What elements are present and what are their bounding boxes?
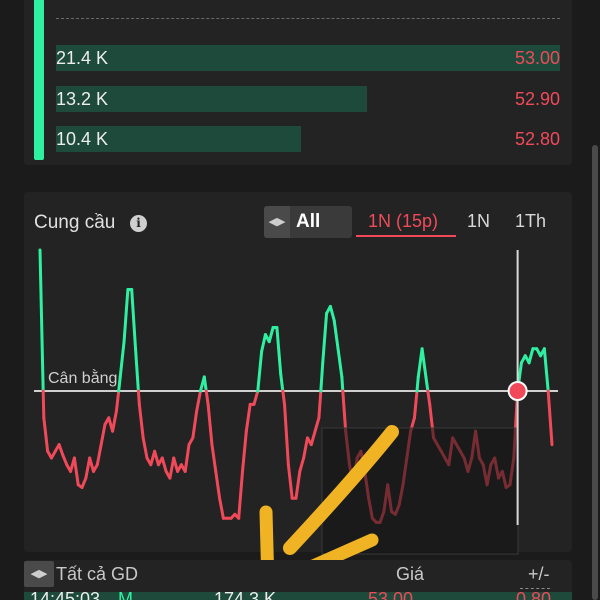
series-segment xyxy=(267,326,275,344)
series-segment xyxy=(237,469,245,520)
trades-filter[interactable]: Tất cả GD xyxy=(56,564,138,585)
series-segment xyxy=(202,375,208,393)
trade-time: 14:45:03 xyxy=(30,589,101,600)
series-segment xyxy=(141,436,149,460)
series-segment xyxy=(57,443,65,457)
series-segment xyxy=(275,326,283,376)
series-segment xyxy=(317,389,323,420)
series-segment xyxy=(210,443,218,473)
left-right-arrows-icon[interactable]: ◀▶ xyxy=(24,561,54,587)
series-segment xyxy=(38,248,45,393)
series-segment xyxy=(426,389,432,406)
series-segment xyxy=(204,389,210,406)
cursor-tooltip xyxy=(321,427,519,555)
column-header-price: Giá xyxy=(396,564,425,584)
balance-line-label: Cân bằng xyxy=(48,370,118,387)
series-segment xyxy=(214,469,222,500)
series-segment xyxy=(298,456,306,473)
series-segment xyxy=(309,429,317,447)
trade-price: 53.00 xyxy=(368,589,414,600)
series-segment xyxy=(80,476,88,489)
series-segment xyxy=(95,443,103,467)
series-segment xyxy=(420,347,428,379)
series-segment xyxy=(118,340,126,379)
series-segment xyxy=(527,347,535,365)
series-segment xyxy=(136,389,141,406)
series-segment xyxy=(195,389,202,413)
series-segment xyxy=(42,416,50,453)
series-segment xyxy=(415,375,420,393)
series-segment xyxy=(244,402,252,433)
series-segment xyxy=(130,287,138,351)
series-segment xyxy=(546,389,554,447)
series-segment xyxy=(281,389,287,406)
series-segment xyxy=(241,429,248,473)
series-segment xyxy=(412,389,419,420)
series-segment xyxy=(302,436,309,460)
series-segment xyxy=(260,333,267,354)
series-segment xyxy=(122,287,130,344)
series-segment xyxy=(332,319,340,351)
series-segment xyxy=(183,443,191,473)
series-segment xyxy=(117,375,122,393)
series-segment xyxy=(134,347,140,393)
series-segment xyxy=(328,304,336,322)
series-segment xyxy=(191,409,199,440)
series-segment xyxy=(424,375,430,393)
series-segment xyxy=(218,496,225,520)
cursor-point[interactable] xyxy=(507,381,528,401)
series-segment xyxy=(41,389,46,420)
series-segment xyxy=(99,423,107,447)
trade-side: M xyxy=(118,589,133,600)
series-segment xyxy=(542,347,550,393)
table-row[interactable] xyxy=(24,592,572,600)
series-segment xyxy=(137,402,145,440)
series-segment xyxy=(336,347,344,379)
series-segment xyxy=(283,402,290,467)
series-segment xyxy=(321,311,329,365)
series-segment xyxy=(286,463,294,500)
series-segment xyxy=(252,389,260,406)
supply-demand-chart[interactable] xyxy=(0,0,600,600)
trade-volume: 174.3 K xyxy=(214,589,277,600)
column-header-change: +/- xyxy=(528,564,550,584)
series-segment xyxy=(61,453,69,467)
trade-change: 0.80 xyxy=(516,589,552,600)
series-segment xyxy=(111,409,118,433)
series-segment xyxy=(72,456,80,487)
series-segment xyxy=(206,402,214,447)
series-segment xyxy=(319,361,325,393)
series-segment xyxy=(160,456,168,473)
series-segment xyxy=(341,389,348,433)
scrollbar[interactable] xyxy=(592,145,598,600)
series-segment xyxy=(256,350,264,393)
series-segment xyxy=(294,469,302,500)
series-segment xyxy=(340,375,345,393)
series-segment xyxy=(279,372,285,393)
series-segment xyxy=(313,416,321,433)
series-segment xyxy=(114,389,121,413)
